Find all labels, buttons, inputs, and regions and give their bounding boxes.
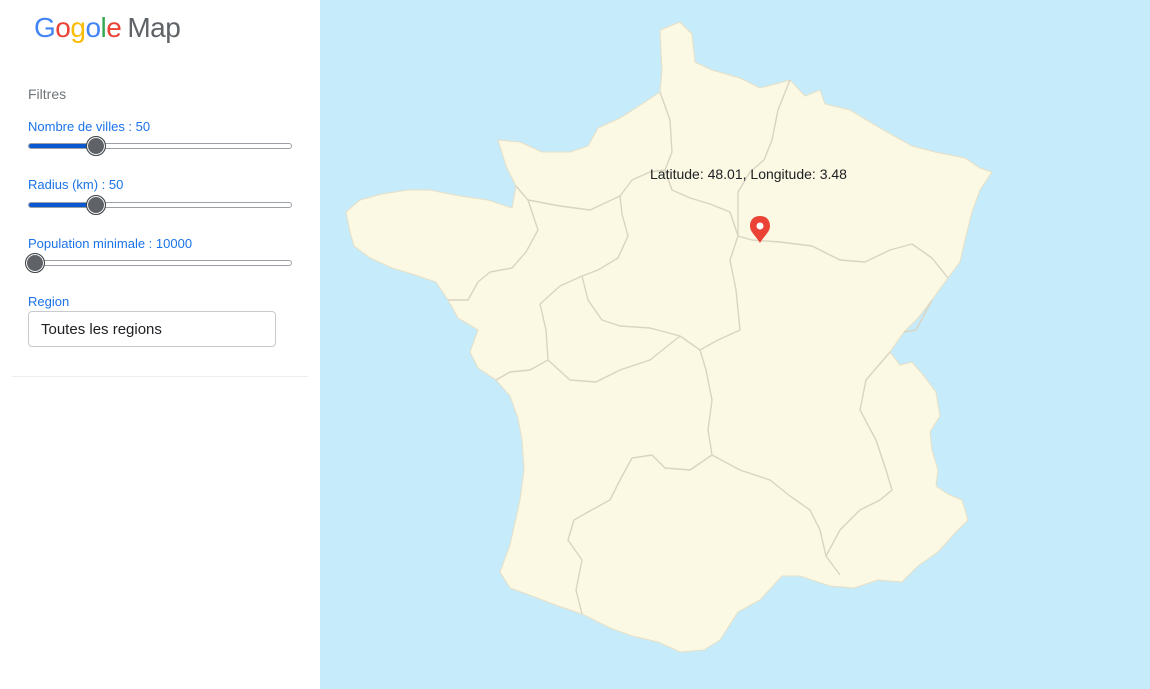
cities-slider[interactable] [28,136,292,156]
region-select[interactable]: Toutes les regions [28,311,276,347]
france-map [345,21,993,653]
radius-slider[interactable] [28,195,292,215]
sidebar: G o g o l e Map Filtres Nombre de villes… [0,0,320,689]
sidebar-divider [12,376,308,377]
radius-slider-label: Radius (km) : 50 [28,177,124,192]
population-slider-label: Population minimale : 10000 [28,236,193,251]
logo-letter: g [70,12,86,43]
cities-slider-label: Nombre de villes : 50 [28,119,151,134]
region-selected-value: Toutes les regions [41,320,162,338]
logo-letter: o [55,12,71,43]
radius-slider-thumb[interactable] [85,195,106,215]
cities-slider-thumb[interactable] [85,136,106,156]
region-label: Region [28,294,70,309]
map-canvas[interactable]: Latitude: 48.01, Longitude: 3.48 [320,0,1150,689]
cities-slider-fill [29,144,95,148]
population-slider-thumb[interactable] [25,253,46,273]
radius-slider-fill [29,203,95,207]
coordinates-label: Latitude: 48.01, Longitude: 3.48 [650,166,847,182]
population-slider[interactable] [25,253,292,273]
logo-letter: e [106,12,122,43]
filters-title: Filtres [28,86,67,102]
logo-letter: o [85,12,101,43]
logo-map-word: Map [127,12,181,43]
logo-letter: G [34,12,56,43]
app-logo: G o g o l e Map [34,12,181,44]
